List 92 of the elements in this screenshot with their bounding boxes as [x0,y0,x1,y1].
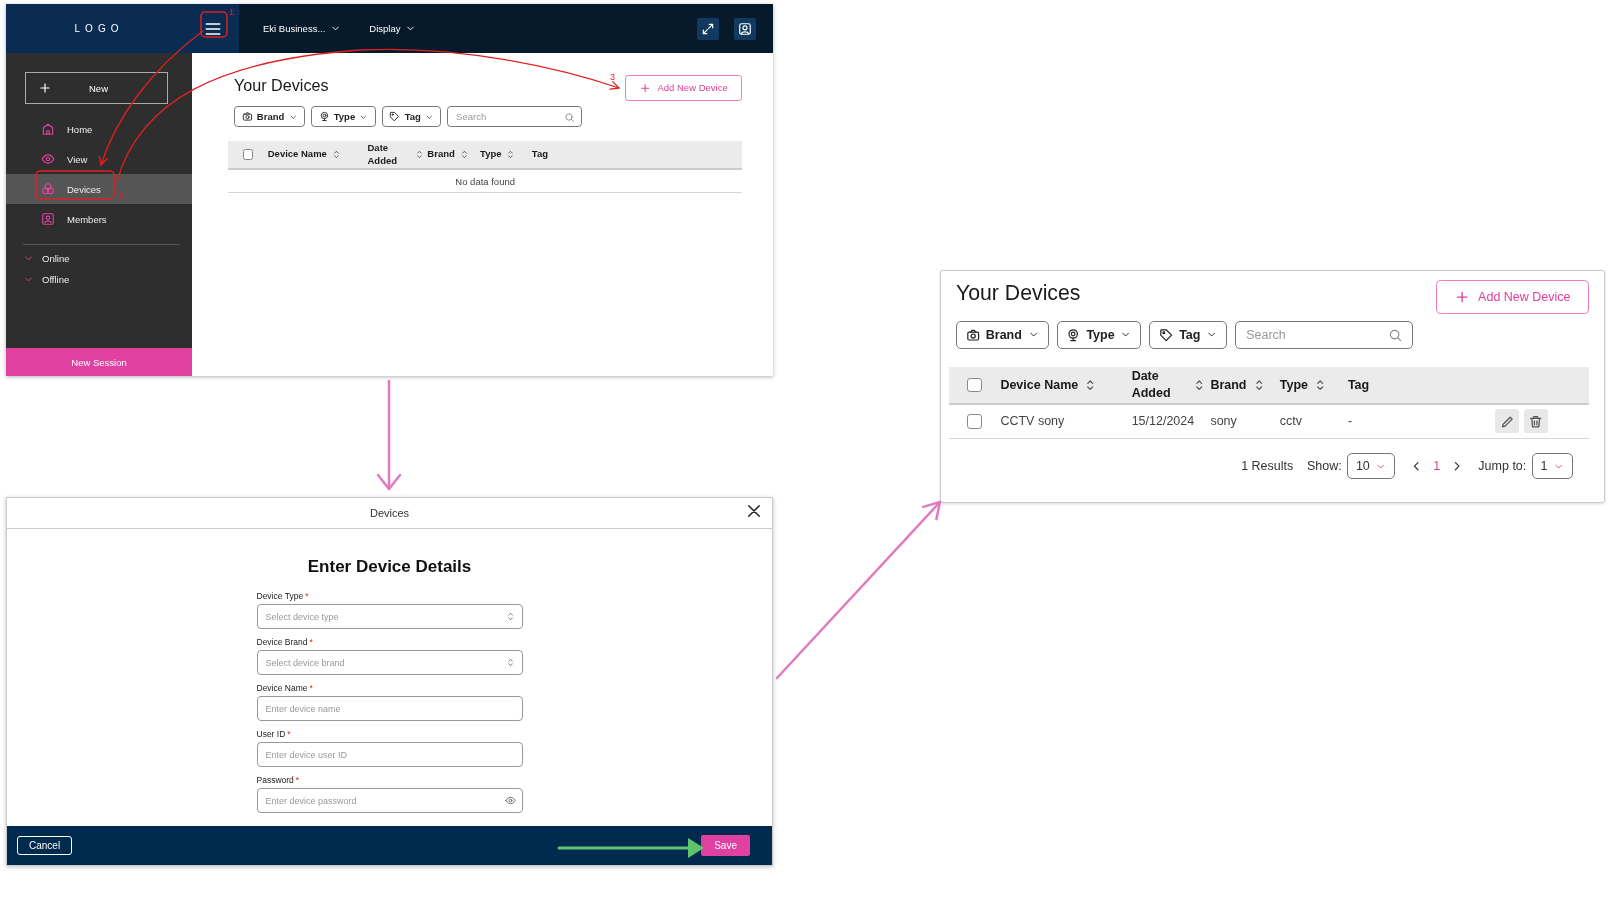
column-header: Tag [1347,376,1370,393]
cancel-button[interactable]: Cancel [17,836,73,855]
page-number[interactable]: 1 [1433,459,1441,474]
form-heading: Enter Device Details [307,557,472,577]
header-menu[interactable]: Eki Business... [263,23,342,34]
select-field[interactable]: Select device brand [256,650,523,675]
camera-icon [965,327,981,343]
sidebar-group[interactable]: Online [6,248,192,269]
webcam-icon [1066,327,1081,343]
filter-dropdown[interactable]: Brand [956,321,1049,349]
field-label: Password [256,775,294,785]
fullscreen-button[interactable] [697,17,719,40]
search-field[interactable]: Search [1235,321,1413,349]
step-number: 1 [229,7,234,17]
page-title: Your Devices [234,75,329,96]
table-cell-text: sony [1210,414,1238,429]
required-mark: * [287,729,291,739]
webcam-icon [318,111,330,123]
member-card-icon [41,212,55,226]
delete-button[interactable] [1523,409,1548,434]
sidebar-item[interactable]: Members [6,204,192,234]
tag-icon [389,111,401,123]
column-header: Device Name [1000,376,1079,393]
page-title: Your Devices [956,280,1081,307]
logo-text: LOGO [73,23,125,34]
save-button[interactable]: Save [701,835,750,856]
plus-icon [38,81,52,95]
dialog-title: Devices [369,507,410,519]
empty-message: No data found [228,170,742,194]
field-label: User ID [256,729,286,739]
column-header: Device Name [267,148,327,161]
search-icon [1388,328,1403,343]
circles-icon [41,182,55,196]
jump-label: Jump to: [1478,459,1527,474]
eye-icon [41,152,55,166]
trash-icon [1528,413,1544,430]
field-label: Device Type [256,591,304,601]
table-cell-text: cctv [1279,414,1303,429]
field-label: Device Brand [256,637,308,647]
new-session-button[interactable]: New Session [6,348,192,376]
jump-select[interactable]: 1 [1531,453,1573,480]
table-cell-text: 15/12/2024 [1131,414,1196,429]
column-header: Type [480,148,502,161]
table-cell-text: CCTV sony [1000,414,1066,429]
filter-dropdown[interactable]: Tag [1149,321,1228,349]
step-number: 2 [119,191,124,201]
expand-icon [701,21,715,36]
text-field[interactable]: Enter device name [256,696,523,721]
text-field[interactable]: Enter device user ID [256,742,523,767]
add-device-button[interactable]: Add New Device [1435,280,1589,314]
profile-button[interactable] [734,17,756,40]
add-device-button[interactable]: Add New Device [625,75,742,101]
checkbox[interactable] [967,414,982,429]
results-count: 1 Results [1241,459,1294,474]
filter-dropdown[interactable]: Type [310,106,376,128]
page-size-select[interactable]: 10 [1347,453,1396,480]
required-mark: * [309,683,313,693]
required-mark: * [309,637,313,647]
plus-icon [639,81,652,94]
column-header: Date Added [1131,368,1172,401]
column-header: Date Added [367,142,399,167]
required-mark: * [295,775,300,785]
header-menu[interactable]: Display [369,23,417,34]
eye-icon [504,795,516,806]
new-button[interactable]: New [25,72,168,104]
sidebar-item[interactable]: View [6,144,192,174]
search-icon [563,111,575,123]
edit-button[interactable] [1495,409,1520,434]
table-cell-text: - [1347,414,1354,429]
column-header: Type [1279,376,1308,393]
column-header: Brand [427,148,455,161]
highlight-box [200,11,228,38]
column-header: Brand [1210,376,1247,393]
field-label: Device Name [256,683,308,693]
filter-dropdown[interactable]: Type [1056,321,1142,349]
checkbox[interactable] [242,149,254,160]
search-field[interactable]: Search [447,106,583,128]
checkbox[interactable] [967,377,982,392]
password-field[interactable]: Enter device password [256,788,523,813]
sidebar-item[interactable]: Home [6,114,192,144]
required-mark: * [305,591,309,601]
camera-icon [241,111,253,123]
step-number: 3 [610,72,615,82]
home-icon [41,122,55,136]
tag-icon [1159,327,1174,343]
sidebar-group[interactable]: Offline [6,269,192,290]
user-icon [738,21,752,36]
filter-dropdown[interactable]: Brand [234,106,305,128]
column-header: Tag [531,148,548,161]
show-label: Show: [1307,459,1342,474]
select-field[interactable]: Select device type [256,604,523,629]
filter-dropdown[interactable]: Tag [381,106,442,128]
